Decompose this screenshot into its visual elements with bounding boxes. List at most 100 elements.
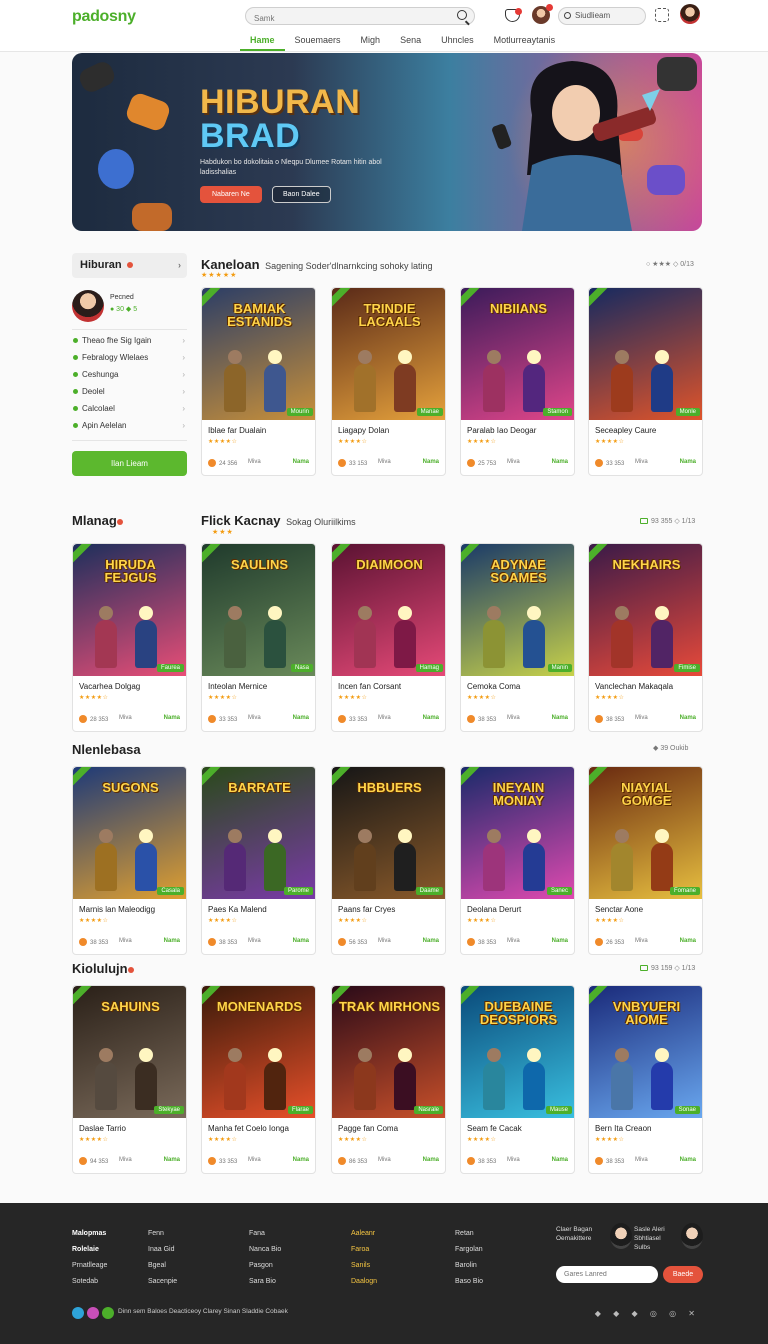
hero-primary-button[interactable]: Nabaren Ne [200,186,262,203]
hero-secondary-button[interactable]: Baon Dalee [272,186,331,203]
play-link[interactable]: Nama [164,715,180,721]
game-card[interactable]: BAMIAK ESTANIDS Mourin Iblae far Dualain ★★… [201,287,316,476]
footer-link[interactable]: Fana [249,1226,281,1242]
game-card[interactable]: HIRUDA FEJGUS Faurea Vacarhea Dolgag ★★★★☆ 2… [72,543,187,732]
sidebar-profile[interactable]: Pecned ● 30 ◆ 5 [72,290,187,330]
game-art[interactable]: SAHUINS Stekyae [73,986,186,1118]
game-card[interactable]: BARRATE Parome Paes Ka Malend ★★★★☆ 38 353 Mi… [201,766,316,955]
game-art[interactable]: HIRUDA FEJGUS Faurea [73,544,186,676]
play-link[interactable]: Nama [680,715,696,721]
footer-link[interactable]: Malopmas [72,1226,107,1242]
game-title[interactable]: Seceapley Caure [595,426,656,435]
game-title[interactable]: Inteolan Mernice [208,682,267,691]
play-link[interactable]: Nama [423,459,439,465]
play-link[interactable]: Nama [680,1157,696,1163]
sidebar-item[interactable]: Calcolael › [72,400,187,417]
footer-link[interactable]: Sara Bio [249,1274,281,1290]
settings-icon[interactable] [655,8,669,22]
play-link[interactable]: Nama [293,459,309,465]
game-art[interactable]: NIAYIAL GOMGE Fomane [589,767,702,899]
game-card[interactable]: ADYNAE SOAMES Manin Cemoka Coma ★★★★☆ 38 353… [460,543,575,732]
game-art[interactable]: ADYNAE SOAMES Manin [461,544,574,676]
sidebar-item[interactable]: Theao fhe Sig Igain › [72,332,187,349]
secondary-search[interactable]: Siudlieam [558,7,646,25]
game-title[interactable]: Manha fet Coelo Ionga [208,1124,289,1133]
game-card[interactable]: MONENARDS Flarae Manha fet Coelo Ionga ★★★★… [201,985,316,1174]
nav-tab-3[interactable]: Migh [351,34,391,51]
nav-tab-6[interactable]: Motlurreaytanis [484,34,566,51]
search-box[interactable] [245,7,475,27]
play-link[interactable]: Nama [293,1157,309,1163]
game-art[interactable]: DIAIMOON Hamag [332,544,445,676]
game-title[interactable]: Paans far Cryes [338,905,395,914]
game-card[interactable]: DIAIMOON Hamag Incen fan Corsant ★★★★☆ 33 35… [331,543,446,732]
footer-link[interactable]: Fargolan [455,1242,483,1258]
footer-link[interactable]: Daalogn [351,1274,377,1290]
play-link[interactable]: Nama [164,938,180,944]
game-card[interactable]: SAULINS Nasa Inteolan Mernice ★★★★☆ 33 353 Mi… [201,543,316,732]
footer-link[interactable]: Nanca Bio [249,1242,281,1258]
play-link[interactable]: Nama [164,1157,180,1163]
game-card[interactable]: TRAK MIRHONS Nasrale Pagge fan Coma ★★★★☆ 86… [331,985,446,1174]
newsletter-button[interactable]: Baede [663,1266,703,1283]
play-link[interactable]: Nama [552,459,568,465]
game-art[interactable]: HBBUERS Daame [332,767,445,899]
profile-avatar[interactable] [680,4,700,24]
play-link[interactable]: Nama [423,715,439,721]
sidebar-action-button[interactable]: Ilan Lieam [72,451,187,476]
game-title[interactable]: Senctar Aone [595,905,643,914]
sidebar-item[interactable]: Apin Aelelan › [72,417,187,434]
play-link[interactable]: Nama [680,938,696,944]
play-link[interactable]: Nama [552,1157,568,1163]
game-title[interactable]: Marnis lan Maleodigg [79,905,155,914]
footer-link[interactable]: Sacenpie [148,1274,177,1290]
footer-link[interactable]: Prnatlleage [72,1258,107,1274]
play-link[interactable]: Nama [293,938,309,944]
footer-link[interactable]: Bgeal [148,1258,177,1274]
footer-link[interactable]: Faroa [351,1242,377,1258]
game-art[interactable]: SAULINS Nasa [202,544,315,676]
game-title[interactable]: Liagapy Dolan [338,426,389,435]
game-card[interactable]: NIBIIANS Stamon Paralab Iao Deogar ★★★★☆ 25 … [460,287,575,476]
footer-link[interactable]: Pasgon [249,1258,281,1274]
cart-icon[interactable] [505,8,522,22]
footer-icons[interactable]: ◆ ◆ ◆ ◎ ◎ ✕ [595,1309,700,1318]
footer-link[interactable]: Sanils [351,1258,377,1274]
game-art[interactable]: MONENARDS Flarae [202,986,315,1118]
game-art[interactable]: TRAK MIRHONS Nasrale [332,986,445,1118]
play-link[interactable]: Nama [293,715,309,721]
sidebar-item[interactable]: Ceshunga › [72,366,187,383]
game-card[interactable]: INEYAIN MONIAY Sanec Deolana Derurt ★★★★☆ 38… [460,766,575,955]
game-title[interactable]: Daslae Tarrio [79,1124,126,1133]
sidebar-item[interactable]: Deolel › [72,383,187,400]
game-title[interactable]: Bern Ita Creaon [595,1124,651,1133]
user-avatar-icon[interactable] [532,4,553,24]
game-art[interactable]: VNBYUERI AIOME Sonae [589,986,702,1118]
game-art[interactable]: TRINDIE LACAALS Manae [332,288,445,420]
game-art[interactable]: DUEBAINE DEOSPIORS Mause [461,986,574,1118]
social-icon[interactable] [87,1307,99,1319]
play-link[interactable]: Nama [680,459,696,465]
nav-tab-home[interactable]: Hame [240,34,285,51]
game-art[interactable]: BAMIAK ESTANIDS Mourin [202,288,315,420]
game-art[interactable]: BARRATE Parome [202,767,315,899]
play-link[interactable]: Nama [423,1157,439,1163]
play-link[interactable]: Nama [552,715,568,721]
game-art[interactable]: NEKHAIRS Fimise [589,544,702,676]
game-title[interactable]: Vacarhea Dolgag [79,682,140,691]
sidebar-title[interactable]: Hiburan › [72,253,187,278]
footer-link[interactable]: Barolin [455,1258,483,1274]
game-card[interactable]: NEKHAIRS Fimise Vanclechan Makaqala ★★★★☆ 38… [588,543,703,732]
footer-link[interactable]: Baso Bio [455,1274,483,1290]
game-title[interactable]: Paes Ka Malend [208,905,267,914]
play-link[interactable]: Nama [423,938,439,944]
game-card[interactable]: TRINDIE LACAALS Manae Liagapy Dolan ★★★★☆ 33… [331,287,446,476]
game-card[interactable]: VNBYUERI AIOME Sonae Bern Ita Creaon ★★★★☆ 3… [588,985,703,1174]
game-title[interactable]: Cemoka Coma [467,682,520,691]
game-card[interactable]: DUEBAINE DEOSPIORS Mause Seam fe Cacak ★★★★… [460,985,575,1174]
footer-link[interactable]: Aaleanr [351,1226,377,1242]
footer-link[interactable]: Sotedab [72,1274,107,1290]
social-icon[interactable] [72,1307,84,1319]
play-link[interactable]: Nama [552,938,568,944]
footer-link[interactable]: Rolelaie [72,1242,107,1258]
